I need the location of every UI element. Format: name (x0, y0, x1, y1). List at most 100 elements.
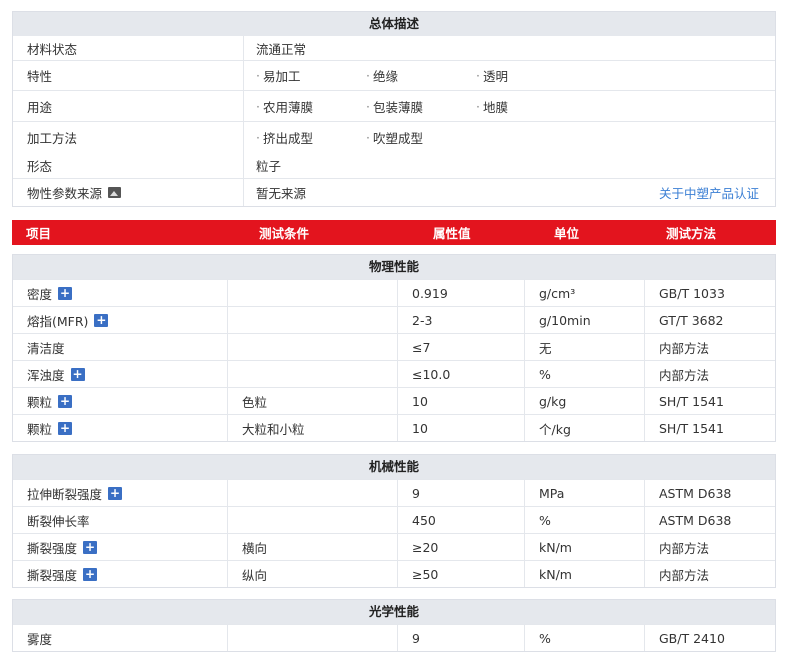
item-cell: 断裂伸长率 (13, 507, 228, 533)
certification-link[interactable]: 关于中塑产品认证 (659, 183, 759, 202)
item-text: 颗粒 (27, 394, 53, 410)
plus-icon[interactable]: + (58, 286, 73, 300)
mechanical-section: 机械性能 拉伸断裂强度 +9 MPa ASTM D638 断裂伸长率 450% ASTM D… (12, 454, 776, 588)
source-label-cell: 物性参数来源 (13, 179, 244, 206)
item-cell: 颗粒 + (13, 415, 228, 441)
condition-cell (228, 507, 398, 533)
value-cell: 10 (398, 388, 525, 414)
value-cell: ≤10.0 (398, 361, 525, 387)
method-text: GB/T 2410 (659, 630, 725, 646)
tag[interactable]: 绝缘 (366, 66, 430, 85)
unit-cell: 个/kg (525, 415, 645, 441)
item-text: 清洁度 (27, 340, 65, 356)
value-cell: 0.919 (398, 280, 525, 306)
method-cell: 内部方法 (645, 361, 775, 387)
value-cell: 9 (398, 480, 525, 506)
item-cell: 撕裂强度 + (13, 534, 228, 560)
row-value: 流通正常 (256, 41, 307, 57)
unit-text: % (539, 630, 551, 646)
row-label: 用途 (13, 91, 244, 121)
unit-cell: 无 (525, 334, 645, 360)
item-text: 撕裂强度 (27, 540, 78, 556)
unit-text: 个/kg (539, 421, 571, 437)
method-text: SH/T 1541 (659, 393, 724, 409)
general-row: 加工方法 挤出成型 吹塑成型 (13, 121, 775, 152)
tag[interactable]: 地膜 (476, 97, 508, 116)
general-row: 用途 农用薄膜 包装薄膜 地膜 (13, 90, 775, 121)
section-title: 机械性能 (13, 455, 775, 479)
condition-text: 大粒和小粒 (242, 421, 305, 437)
unit-cell: g/10min (525, 307, 645, 333)
plus-icon[interactable]: + (108, 486, 123, 500)
unit-text: g/kg (539, 393, 567, 409)
unit-cell: kN/m (525, 561, 645, 587)
value-cell: ≥50 (398, 561, 525, 587)
section-title: 物理性能 (13, 255, 775, 279)
row-tags: 易加工 绝缘 透明 (244, 61, 775, 90)
method-text: GT/T 3682 (659, 312, 724, 328)
table-row: 浑浊度 + ≤10.0% 内部方法 (13, 360, 775, 387)
item-text: 密度 (27, 286, 53, 302)
tag[interactable]: 农用薄膜 (256, 97, 320, 116)
item-cell: 撕裂强度 + (13, 561, 228, 587)
condition-cell: 横向 (228, 534, 398, 560)
value-text: ≥50 (412, 566, 439, 582)
source-label: 物性参数来源 (27, 186, 103, 201)
value-text: 9 (412, 485, 420, 501)
value-text: ≤7 (412, 339, 431, 355)
plus-icon[interactable]: + (58, 394, 73, 408)
image-icon[interactable] (108, 187, 122, 198)
value-cell: 450 (398, 507, 525, 533)
unit-cell: % (525, 625, 645, 651)
method-text: ASTM D638 (659, 485, 732, 501)
method-cell: ASTM D638 (645, 507, 775, 533)
tag[interactable]: 吹塑成型 (366, 128, 423, 147)
row-label: 形态 (13, 152, 244, 178)
plus-icon[interactable]: + (58, 421, 73, 435)
method-text: 内部方法 (659, 367, 710, 383)
condition-cell: 大粒和小粒 (228, 415, 398, 441)
value-text: 2-3 (412, 312, 433, 328)
plus-icon[interactable]: + (70, 367, 85, 381)
unit-cell: g/kg (525, 388, 645, 414)
item-text: 熔指(MFR) (27, 313, 89, 329)
condition-text: 色粒 (242, 394, 268, 410)
method-cell: ASTM D638 (645, 480, 775, 506)
physical-section: 物理性能 密度 +0.919 g/cm³ GB/T 1033 熔指(MFR) +2-3 g/… (12, 254, 776, 442)
method-cell: 内部方法 (645, 561, 775, 587)
header-unit: 单位 (554, 226, 580, 241)
section-rows: 雾度 9% GB/T 2410 (13, 624, 775, 651)
tag[interactable]: 易加工 (256, 66, 320, 85)
value-text: 0.919 (412, 285, 448, 301)
table-row: 清洁度 ≤7 无 内部方法 (13, 333, 775, 360)
unit-text: g/10min (539, 312, 591, 328)
source-row: 物性参数来源 暂无来源 关于中塑产品认证 (13, 178, 775, 206)
general-row: 特性 易加工 绝缘 透明 (13, 60, 775, 90)
item-text: 断裂伸长率 (27, 513, 90, 529)
plus-icon[interactable]: + (94, 313, 109, 327)
item-cell: 颗粒 + (13, 388, 228, 414)
value-cell: 2-3 (398, 307, 525, 333)
condition-cell (228, 480, 398, 506)
plus-icon[interactable]: + (83, 540, 98, 554)
item-text: 颗粒 (27, 421, 53, 437)
general-title: 总体描述 (13, 12, 775, 36)
tag[interactable]: 挤出成型 (256, 128, 320, 147)
row-value: 粒子 (256, 158, 282, 174)
unit-cell: kN/m (525, 534, 645, 560)
unit-cell: MPa (525, 480, 645, 506)
method-text: SH/T 1541 (659, 420, 724, 436)
tag[interactable]: 包装薄膜 (366, 97, 430, 116)
table-row: 拉伸断裂强度 +9 MPa ASTM D638 (13, 479, 775, 506)
method-cell: GT/T 3682 (645, 307, 775, 333)
unit-text: kN/m (539, 566, 572, 582)
method-cell: GB/T 2410 (645, 625, 775, 651)
plus-icon[interactable]: + (83, 567, 98, 581)
item-text: 拉伸断裂强度 (27, 486, 103, 502)
tag[interactable]: 透明 (476, 66, 508, 85)
unit-text: g/cm³ (539, 285, 576, 301)
section-rows: 密度 +0.919 g/cm³ GB/T 1033 熔指(MFR) +2-3 g/10min… (13, 279, 775, 441)
condition-text: 横向 (242, 540, 268, 556)
item-text: 浑浊度 (27, 367, 65, 383)
table-row: 断裂伸长率 450% ASTM D638 (13, 506, 775, 533)
